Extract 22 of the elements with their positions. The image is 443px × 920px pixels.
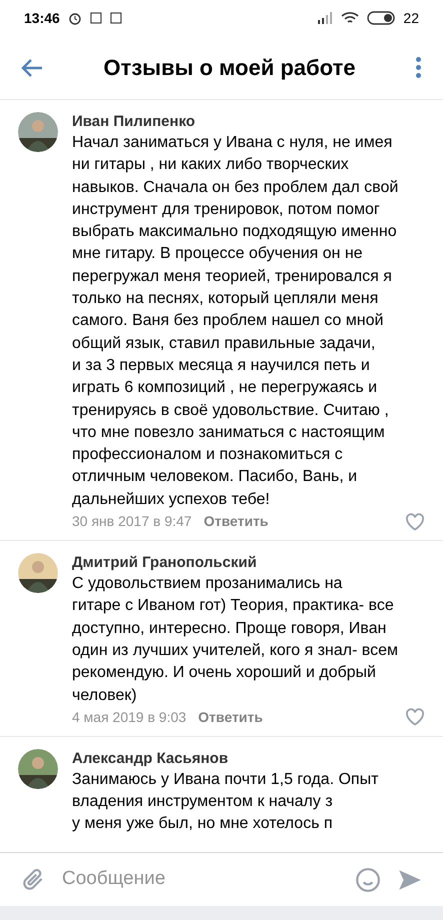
battery-level: 22 — [403, 8, 419, 28]
comment-text: Занимаюсь у Ивана почти 1,5 года. Опыт владения инструментом к началу з у меня уже был, но мне хотелось п — [72, 770, 380, 834]
like-icon[interactable] — [405, 512, 425, 531]
message-field[interactable]: Сообщение — [62, 865, 339, 894]
calendar-icon — [110, 12, 122, 24]
wifi-icon — [341, 11, 360, 25]
page-title: Отзывы о моей работе — [102, 54, 357, 82]
reply-link[interactable]: Ответить — [204, 511, 268, 532]
author-name[interactable]: Дмитрий Гранопольский — [72, 553, 425, 574]
smile-icon[interactable] — [355, 866, 381, 892]
author-name[interactable]: Иван Пилипенко — [72, 112, 425, 132]
battery-icon — [367, 11, 396, 25]
comment-text: С удовольствием прозанимались на гитаре с Иваном гот) Теория, практика- все доступно, интересно. Проще говоря, Иван один из лучших учителей, кого я знал- всем рекомендую. И очень хороший и добрый человек) — [72, 574, 399, 706]
calendar-icon — [90, 12, 102, 24]
author-name[interactable]: Александр Касьянов — [72, 748, 425, 769]
comment-date: 30 янв 2017 в 9:47 — [72, 512, 192, 532]
clock: 13:46 — [24, 8, 60, 28]
signal-icon — [317, 12, 334, 24]
like-icon[interactable] — [405, 708, 425, 726]
comment-date: 4 мая 2019 в 9:03 — [72, 708, 186, 727]
reply-link[interactable]: Ответить — [198, 706, 263, 728]
comment-text: Начал заниматься у Ивана с нуля, не имея ни гитары , ни каких либо творческих навыков. Сначала он без проблем дал свой инструмент для тренировок, потом помог выбрать максимально подходящую именно мне гитару. В процессе обучения он не перегружал меня теорией, тренировался я только на песнях, который цепляли меня самого. Ваня без проблем нашел со мной общий язык, ставил правильные задачи, и за 3 первых месяца я научился петь и играть 6 композиций , не перегружаясь и тренируясь в своё удовольствие. Считаю , что мне повезло заниматься с настоящим профессионалом и познакомиться с отличным человеком. Пасибо, Вань, и дальнейших успехов тебе! — [72, 133, 400, 510]
